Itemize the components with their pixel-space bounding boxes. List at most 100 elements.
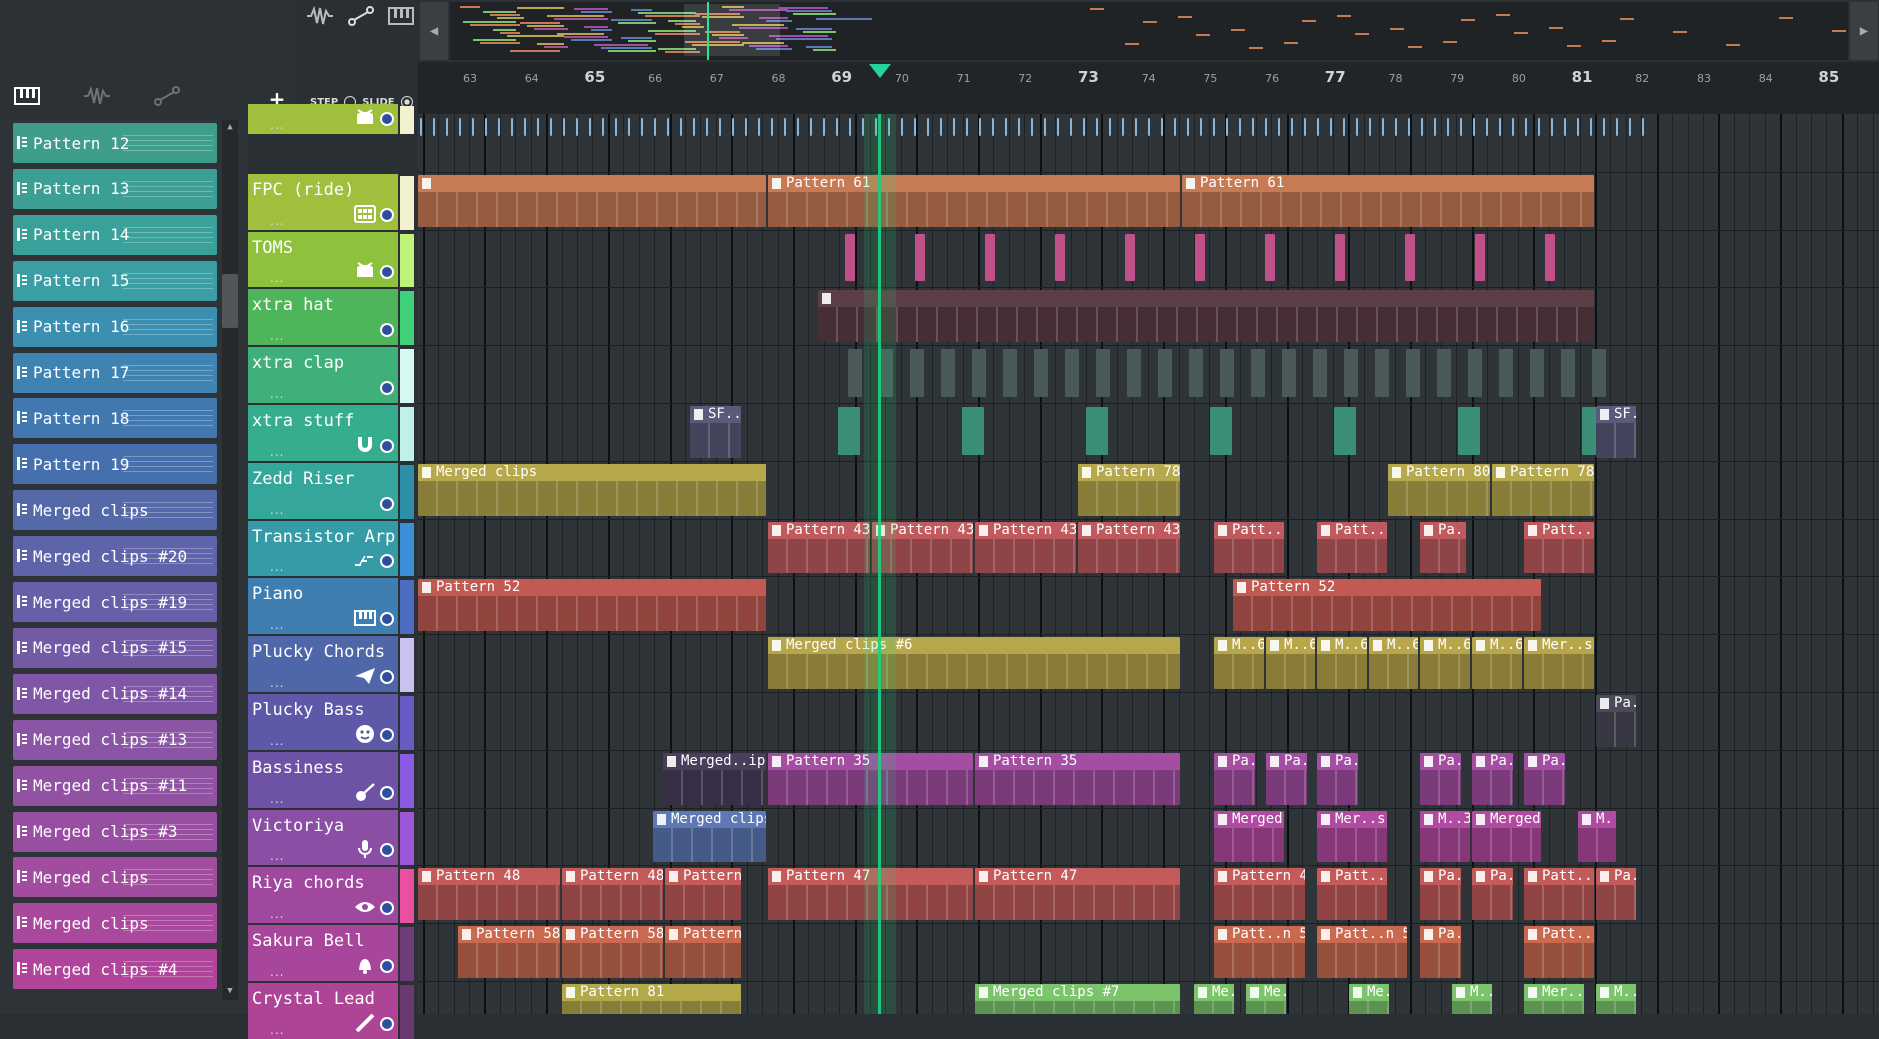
audio-hit[interactable] <box>1083 118 1085 136</box>
pattern-picker-item[interactable]: Pattern 16 <box>13 306 217 347</box>
overview-scroll-left-button[interactable]: ◀ <box>420 2 448 60</box>
track-mute-button[interactable] <box>380 112 394 126</box>
audio-hit[interactable] <box>680 118 682 136</box>
audio-hit[interactable] <box>1395 118 1397 136</box>
audio-hit[interactable] <box>537 118 539 136</box>
audio-hit[interactable] <box>838 407 860 455</box>
audio-hit[interactable] <box>1265 118 1267 136</box>
audio-hit[interactable] <box>511 118 513 136</box>
track-mute-button[interactable] <box>380 727 394 742</box>
playlist-clip[interactable]: M..7 <box>1452 984 1492 1014</box>
pattern-picker-item[interactable]: Pattern 15 <box>13 260 217 301</box>
audio-hit[interactable] <box>979 118 981 136</box>
track-menu-dots[interactable]: ... <box>270 387 284 401</box>
playlist-clip[interactable]: Pattern 78 <box>1492 463 1594 516</box>
audio-hit[interactable] <box>1251 349 1265 397</box>
playlist-clip[interactable]: M..6 <box>1420 637 1470 689</box>
audio-hit[interactable] <box>498 118 500 136</box>
audio-filter-icon[interactable] <box>306 5 334 30</box>
audio-hit[interactable] <box>810 118 812 136</box>
audio-hit[interactable] <box>1369 118 1371 136</box>
track-menu-dots[interactable]: ... <box>270 676 284 690</box>
picker-scroll-thumb[interactable] <box>222 274 238 328</box>
audio-hit[interactable] <box>719 118 721 136</box>
playlist-clip[interactable]: Patt..n 43 <box>1317 521 1387 574</box>
audio-hit[interactable] <box>1375 349 1389 397</box>
playlist-clip[interactable]: Pattern 58 <box>665 926 741 978</box>
playlist-clip[interactable]: Pa.. <box>1214 752 1255 805</box>
playlist-clip[interactable]: Patt..n 47 <box>1524 868 1594 921</box>
playlist-clip[interactable]: Pa..3 <box>1420 521 1466 574</box>
audio-hit[interactable] <box>459 118 461 136</box>
audio-hit[interactable] <box>1239 118 1241 136</box>
track-header[interactable]: Bassiness... <box>248 751 414 808</box>
audio-hit[interactable] <box>845 233 855 282</box>
audio-hit[interactable] <box>1538 118 1540 136</box>
track-header[interactable]: Plucky Bass... <box>248 694 414 750</box>
audio-hit[interactable] <box>1265 233 1275 282</box>
audio-hit[interactable] <box>1070 118 1072 136</box>
playlist-clip[interactable]: Pattern 35 <box>975 752 1180 805</box>
track-name[interactable]: xtra hat <box>252 295 334 315</box>
audio-hit[interactable] <box>1003 349 1017 397</box>
audio-hit[interactable] <box>1525 118 1527 136</box>
playlist-clip[interactable]: Pa..5 <box>1317 752 1358 805</box>
pattern-picker-item[interactable]: Pattern 17 <box>13 352 217 393</box>
audio-hit[interactable] <box>745 118 747 136</box>
audio-hit[interactable] <box>1629 118 1631 136</box>
track-header[interactable]: Zedd Riser... <box>248 462 414 519</box>
track-mute-button[interactable] <box>380 323 394 338</box>
audio-hit[interactable] <box>524 118 526 136</box>
playlist-clip[interactable]: Patt..n 43 <box>1214 521 1284 574</box>
audio-hit[interactable] <box>1590 118 1592 136</box>
audio-hit[interactable] <box>615 118 617 136</box>
track-menu-dots[interactable]: ... <box>270 849 284 863</box>
audio-hit[interactable] <box>1086 407 1108 455</box>
playlist-clip[interactable]: Pattern 48 <box>418 868 560 921</box>
track-menu-dots[interactable]: ... <box>270 907 284 921</box>
pattern-picker-item[interactable]: Merged clips <box>13 903 217 944</box>
track-name[interactable]: xtra stuff <box>252 411 354 431</box>
track-name[interactable]: Bassiness <box>252 758 344 778</box>
audio-hit[interactable] <box>602 118 604 136</box>
audio-hit[interactable] <box>927 118 929 136</box>
playlist-clip[interactable]: Pattern 52 <box>1233 579 1541 632</box>
track-menu-dots[interactable]: ... <box>270 792 284 806</box>
playlist-clip[interactable]: Me..ps <box>1246 984 1286 1014</box>
track-menu-dots[interactable]: ... <box>270 618 284 632</box>
audio-hit[interactable] <box>910 349 924 397</box>
playlist-clip[interactable]: Pattern 43 <box>975 521 1076 574</box>
pattern-picker-item[interactable]: Merged clips #3 <box>13 811 217 852</box>
playlist-clip[interactable]: Pattern 52 <box>418 579 766 632</box>
audio-hit[interactable] <box>1096 118 1098 136</box>
track-name[interactable]: Zedd Riser <box>252 469 354 489</box>
audio-hit[interactable] <box>667 118 669 136</box>
track-menu-dots[interactable]: ... <box>270 271 284 285</box>
playlist-clip[interactable]: Pattern 48 <box>665 868 741 921</box>
overview-track[interactable] <box>450 2 1848 60</box>
audio-hit[interactable] <box>1122 118 1124 136</box>
playlist-clip[interactable]: Mer..s #6 <box>1524 637 1594 689</box>
pattern-picker-item[interactable]: Merged clips #19 <box>13 582 217 622</box>
audio-hit[interactable] <box>901 118 903 136</box>
playlist-clip[interactable]: Pattern 58 <box>562 926 663 978</box>
track-header[interactable]: xtra hat... <box>248 289 414 346</box>
track-header[interactable]: Plucky Chords... <box>248 636 414 692</box>
playlist-clip[interactable]: Patt..n 47 <box>1317 868 1387 921</box>
track-mute-button[interactable] <box>380 265 394 280</box>
playlist-grid[interactable]: Pattern 61Pattern 61 SF..#3 SF..2 Merged cl… <box>418 114 1879 1014</box>
audio-hit[interactable] <box>1213 118 1215 136</box>
playlist-clip[interactable]: Merged clips <box>418 463 766 516</box>
playlist-clip[interactable]: Patt..n 57 <box>1317 926 1407 978</box>
overview-view-window[interactable] <box>684 4 780 56</box>
audio-hit[interactable] <box>1486 118 1488 136</box>
track-mute-button[interactable] <box>380 496 394 511</box>
playlist-clip[interactable]: Mer..s #7 <box>1524 984 1584 1014</box>
audio-hit[interactable] <box>1055 233 1065 282</box>
audio-hit[interactable] <box>1473 118 1475 136</box>
playlist-clip[interactable]: Pattern 43 <box>1078 521 1180 574</box>
audio-hit[interactable] <box>1174 118 1176 136</box>
playlist-clip[interactable]: Merged..ips #3 <box>1472 810 1541 863</box>
playlist-clip[interactable]: Pattern 81 <box>562 984 741 1014</box>
audio-hit[interactable] <box>953 118 955 136</box>
